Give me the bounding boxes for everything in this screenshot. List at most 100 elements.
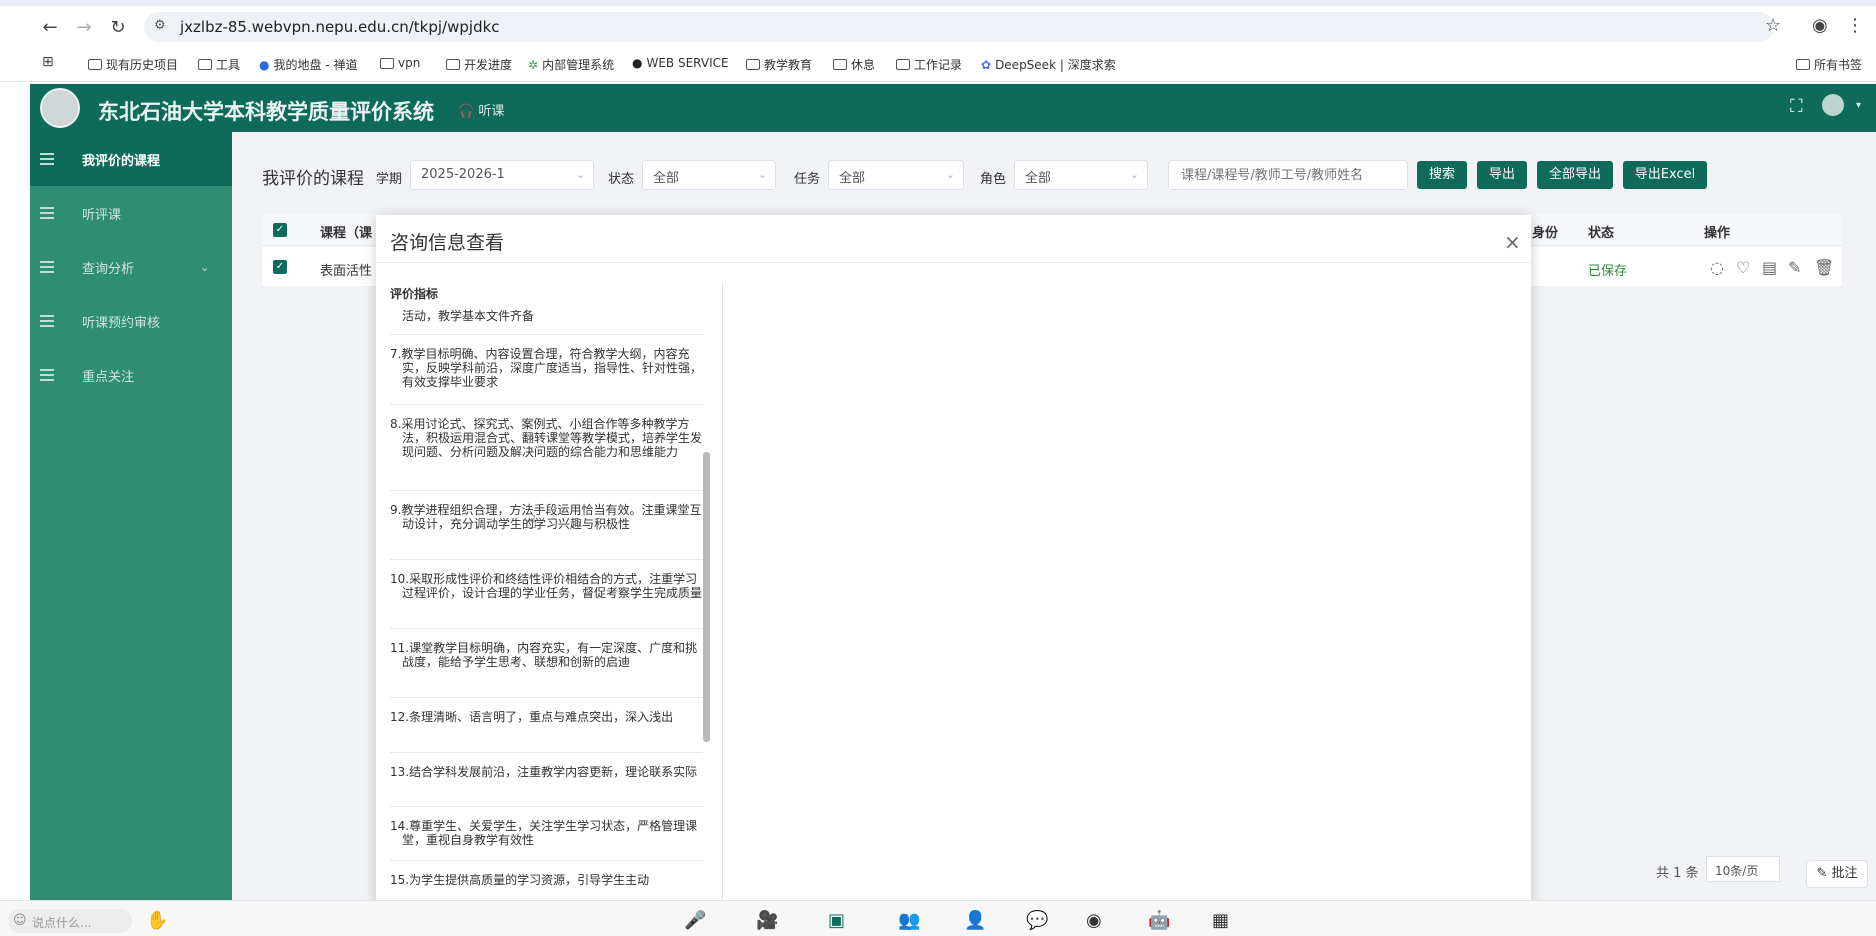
ai-assistant-icon[interactable]: 🤖	[1148, 910, 1170, 931]
url-text: jxzlbz-85.webvpn.nepu.edu.cn/tkpj/wpjdkc	[180, 18, 500, 36]
sliders-icon	[40, 369, 54, 381]
sliders-icon	[40, 261, 54, 273]
bookmark-2[interactable]: ● 我的地盘 - 禅道	[259, 56, 357, 73]
folder-icon	[896, 59, 910, 70]
export-excel-button[interactable]: 导出Excel	[1623, 161, 1707, 189]
bookmark-8[interactable]: 休息	[833, 56, 875, 73]
panel-scrollbar[interactable]	[703, 452, 710, 742]
record-icon[interactable]: ◉	[1086, 910, 1102, 931]
select-all-checkbox[interactable]: ✓	[273, 223, 287, 237]
screen-share-icon[interactable]: ▣	[828, 910, 845, 931]
col-identity: 身份	[1532, 226, 1559, 241]
top-nav-tingke[interactable]: 🎧 听课	[458, 100, 504, 119]
chevron-down-icon: ⌄	[200, 260, 210, 274]
folder-icon	[746, 59, 760, 70]
chat-input[interactable]: 说点什么...	[8, 909, 132, 933]
term-select[interactable]: 2025-2026-1 ⌄	[410, 160, 594, 190]
search-button[interactable]: 搜索	[1417, 161, 1467, 189]
sidebar-item-review[interactable]: 听课预约审核	[30, 294, 232, 348]
task-select[interactable]: 全部 ⌄	[828, 160, 964, 190]
back-icon[interactable]: ←	[38, 16, 62, 40]
folder-icon	[380, 57, 394, 69]
bookmark-5[interactable]: ✲ 内部管理系统	[528, 56, 614, 73]
bookmark-7[interactable]: 教学教育	[746, 56, 812, 73]
role-label: 角色	[980, 172, 1007, 187]
sliders-icon	[40, 153, 54, 165]
folder-icon	[88, 59, 102, 70]
forward-icon[interactable]: →	[72, 16, 96, 40]
bookmark-4[interactable]: 开发进度	[446, 56, 512, 73]
add-user-icon[interactable]: 👤	[964, 910, 986, 931]
deepseek-icon: ✿	[981, 57, 992, 72]
leaf-icon: ✲	[528, 57, 539, 72]
delete-icon[interactable]: 🗑	[1814, 258, 1834, 277]
reload-icon[interactable]: ↻	[106, 16, 130, 40]
raise-hand-icon[interactable]: ✋	[146, 910, 168, 931]
modal-divider	[376, 262, 1531, 263]
chevron-down-icon: ⌄	[757, 168, 767, 181]
mouse-cursor-icon: ☝	[526, 512, 537, 533]
annotate-button[interactable]: ✎ 批注	[1806, 860, 1868, 888]
page-size-select[interactable]: 10条/页	[1706, 856, 1780, 882]
col-status: 状态	[1588, 226, 1615, 241]
all-bookmarks[interactable]: 所有书签	[1796, 56, 1862, 73]
folder-icon	[198, 59, 212, 70]
meeting-toolbar	[0, 900, 1876, 936]
sidebar-item-my-courses[interactable]: 我评价的课程	[30, 132, 232, 186]
criterion-12: 12.条理清晰、语言明了，重点与难点突出，深入浅出	[390, 697, 703, 753]
mic-muted-icon[interactable]: 🎤	[684, 910, 706, 931]
close-icon[interactable]: ×	[1504, 230, 1521, 254]
chevron-down-icon: ⌄	[575, 168, 585, 181]
role-select[interactable]: 全部 ⌄	[1014, 160, 1148, 190]
fullscreen-icon[interactable]: ⛶	[1790, 96, 1803, 117]
chevron-down-icon: ⌄	[945, 168, 955, 181]
zentao-icon: ●	[259, 57, 270, 72]
bookmark-6[interactable]: ● WEB SERVICE	[632, 56, 729, 70]
site-settings-icon[interactable]: ⚙	[154, 18, 166, 33]
pagination-total: 共 1 条	[1656, 866, 1699, 881]
folder-icon	[446, 59, 460, 70]
chevron-down-icon: ⌄	[1129, 168, 1139, 181]
row-course: 表面活性	[320, 264, 373, 279]
bookmark-10[interactable]: ✿ DeepSeek | 深度求索	[981, 56, 1116, 73]
chat-icon[interactable]: ♡	[1736, 258, 1750, 277]
sidebar-item-analysis[interactable]: 查询分析 ⌄	[30, 240, 232, 294]
row-checkbox[interactable]: ✓	[273, 260, 287, 274]
bookmark-3[interactable]: vpn	[380, 56, 420, 70]
apps-grid-icon[interactable]: ⊞	[42, 54, 54, 70]
section-title: 我评价的课程	[262, 169, 364, 189]
term-label: 学期	[376, 172, 403, 187]
star-icon[interactable]: ☆	[1765, 15, 1781, 36]
chevron-down-icon[interactable]: ▾	[1856, 100, 1861, 111]
criterion-7: 7.教学目标明确、内容设置合理，符合教学大纲，内容充实，反映学科前沿，深度广度适…	[390, 334, 703, 404]
bookmark-0[interactable]: 现有历史项目	[88, 56, 178, 73]
chat-icon[interactable]: 💬	[1026, 910, 1048, 931]
export-all-button[interactable]: 全部导出	[1537, 161, 1613, 189]
bookmark-9[interactable]: 工作记录	[896, 56, 962, 73]
edit-icon[interactable]: ✎	[1788, 258, 1801, 277]
profile-icon[interactable]: ◉	[1812, 15, 1828, 36]
sliders-icon	[40, 315, 54, 327]
participants-icon[interactable]: 👥	[898, 910, 920, 931]
camera-off-icon[interactable]: 🎥	[756, 910, 778, 931]
bookmark-1[interactable]: 工具	[198, 56, 240, 73]
comment-icon[interactable]: ◌	[1710, 258, 1724, 277]
sidebar-item-focus[interactable]: 重点关注	[30, 348, 232, 402]
search-input[interactable]	[1168, 160, 1408, 190]
sidebar-item-listen[interactable]: 听评课	[30, 186, 232, 240]
task-label: 任务	[794, 172, 821, 187]
criterion-10: 10.采取形成性评价和终结性评价相结合的方式，注重学习过程评价，设计合理的学业任…	[390, 559, 703, 629]
user-avatar[interactable]	[1822, 94, 1844, 116]
folder-icon	[1796, 59, 1810, 70]
export-button[interactable]: 导出	[1477, 161, 1527, 189]
menu-kebab-icon[interactable]: ⋮	[1846, 15, 1864, 36]
headphones-icon: 🎧	[458, 104, 479, 119]
modal-title: 咨询信息查看	[390, 232, 505, 254]
document-icon[interactable]: ▤	[1762, 258, 1777, 277]
status-select[interactable]: 全部 ⌄	[642, 160, 776, 190]
criterion-13: 13.结合学科发展前沿，注重教学内容更新，理论联系实际	[390, 752, 703, 808]
criterion-fragment: 活动，教学基本文件齐备	[402, 309, 535, 323]
criterion-11: 11.课堂教学目标明确，内容充实，有一定深度、广度和挑战度，能给予学生思考、联想…	[390, 628, 703, 698]
criterion-9: 9.教学进程组织合理，方法手段运用恰当有效。注重课堂互动设计，充分调动学生的学习…	[390, 490, 703, 560]
apps-icon[interactable]: ▦	[1212, 910, 1229, 931]
